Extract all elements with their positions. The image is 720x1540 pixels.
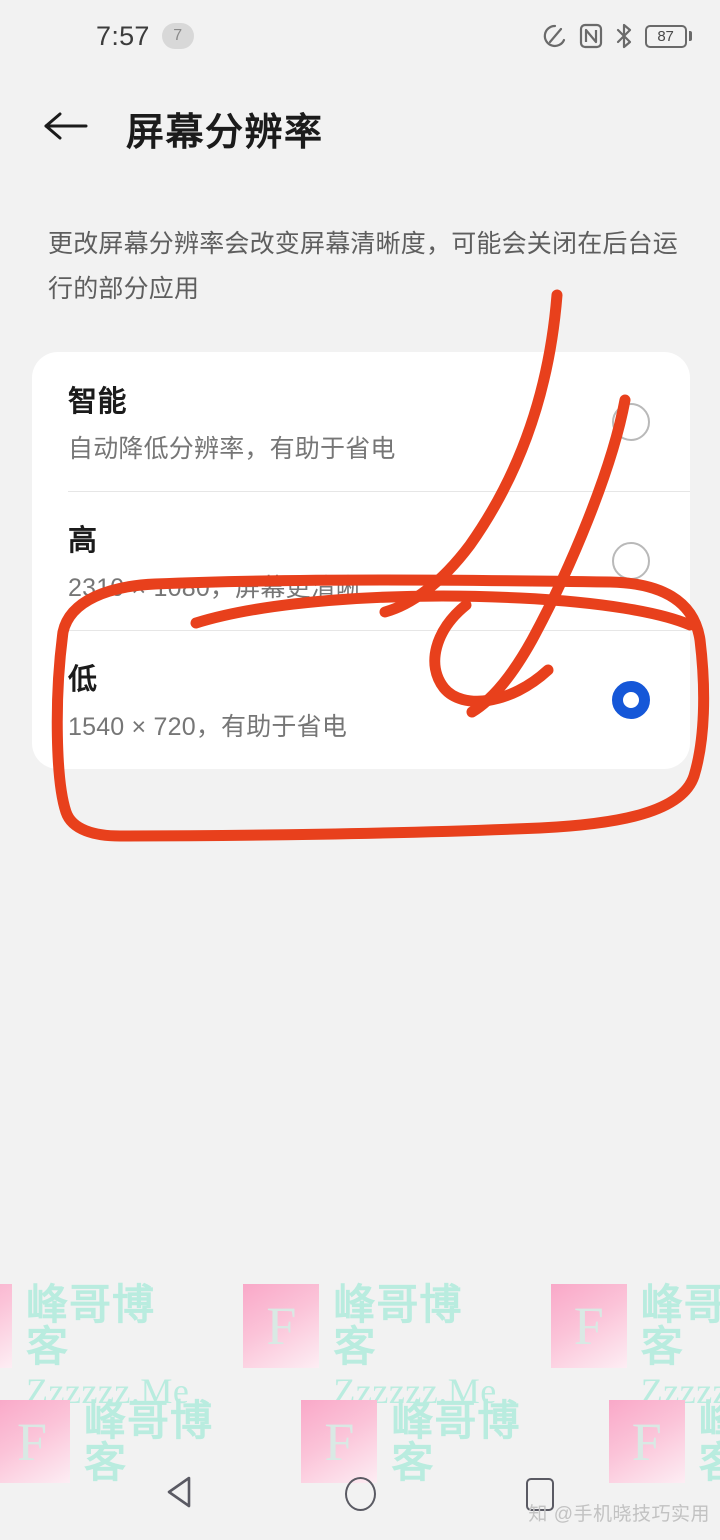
nav-back-button[interactable] [150, 1464, 210, 1524]
nfc-icon [579, 23, 603, 49]
status-time: 7:57 [96, 20, 150, 51]
watermark-text: 峰哥博客 Zzzzzz.Me [26, 1281, 189, 1410]
option-title: 高 [68, 525, 98, 557]
watermark-row: F 峰哥博客 Zzzzzz.Me F 峰哥博客 Zzzzzz.Me F 峰哥博客… [0, 1284, 720, 1409]
option-title: 智能 [68, 386, 128, 418]
status-bar-left: 7:57 7 [96, 21, 194, 52]
option-text-low: 低 1540 × 720，有助于省电 [68, 656, 347, 743]
watermark-text: 峰哥博客 Zzzzzz.Me [640, 1281, 720, 1410]
watermark-text: 峰哥博客 Zzzzzz.Me [333, 1281, 496, 1410]
system-navigation-bar [0, 1448, 720, 1540]
option-row-high[interactable]: 高 2310 × 1080，屏幕更清晰 [32, 491, 690, 630]
status-bar: 7:57 7 87 [0, 0, 720, 72]
notification-count-badge: 7 [161, 23, 194, 49]
option-text-smart: 智能 自动降低分辨率，有助于省电 [68, 378, 396, 465]
page-description: 更改屏幕分辨率会改变屏幕清晰度，可能会关闭在后台运行的部分应用 [48, 230, 679, 303]
home-circle-icon [344, 1477, 376, 1511]
radio-button-smart[interactable] [612, 402, 650, 441]
option-title: 低 [68, 664, 98, 696]
page-header: 屏幕分辨率 [0, 86, 720, 170]
data-saver-icon [542, 23, 568, 49]
radio-button-low[interactable] [612, 680, 650, 719]
option-subtitle: 1540 × 720，有助于省电 [68, 713, 348, 741]
option-row-smart[interactable]: 智能 自动降低分辨率，有助于省电 [32, 352, 690, 491]
watermark-logo-icon: F [550, 1284, 627, 1368]
watermark-cn-label: 峰哥博客 [26, 1281, 156, 1370]
watermark-logo-icon: F [243, 1284, 320, 1368]
option-subtitle: 自动降低分辨率，有助于省电 [68, 435, 396, 463]
option-row-low[interactable]: 低 1540 × 720，有助于省电 [32, 630, 690, 769]
status-bar-right: 87 [542, 22, 692, 50]
battery-percent-label: 87 [657, 27, 674, 45]
option-subtitle: 2310 × 1080，屏幕更清晰 [68, 574, 362, 602]
battery-nub [688, 31, 692, 41]
back-triangle-icon [163, 1474, 197, 1515]
watermark-cn-label: 峰哥博客 [640, 1281, 720, 1370]
arrow-left-icon [40, 106, 92, 151]
watermark-unit: F 峰哥博客 Zzzzzz.Me [550, 1281, 720, 1410]
radio-button-high[interactable] [612, 541, 650, 580]
back-button[interactable] [28, 90, 104, 166]
page-title: 屏幕分辨率 [126, 111, 324, 154]
bluetooth-icon [614, 22, 634, 50]
battery-icon: 87 [644, 24, 692, 48]
attribution-label: 知 @手机晓技巧实用 [528, 1504, 710, 1525]
resolution-options-card: 智能 自动降低分辨率，有助于省电 高 2310 × 1080，屏幕更清晰 低 1… [32, 352, 690, 769]
watermark-logo-icon: F [0, 1284, 12, 1368]
option-text-high: 高 2310 × 1080，屏幕更清晰 [68, 517, 361, 604]
nav-home-button[interactable] [330, 1464, 390, 1524]
watermark-unit: F 峰哥博客 Zzzzzz.Me [0, 1284, 189, 1409]
watermark-unit: F 峰哥博客 Zzzzzz.Me [243, 1284, 496, 1409]
watermark-cn-label: 峰哥博客 [333, 1281, 463, 1370]
